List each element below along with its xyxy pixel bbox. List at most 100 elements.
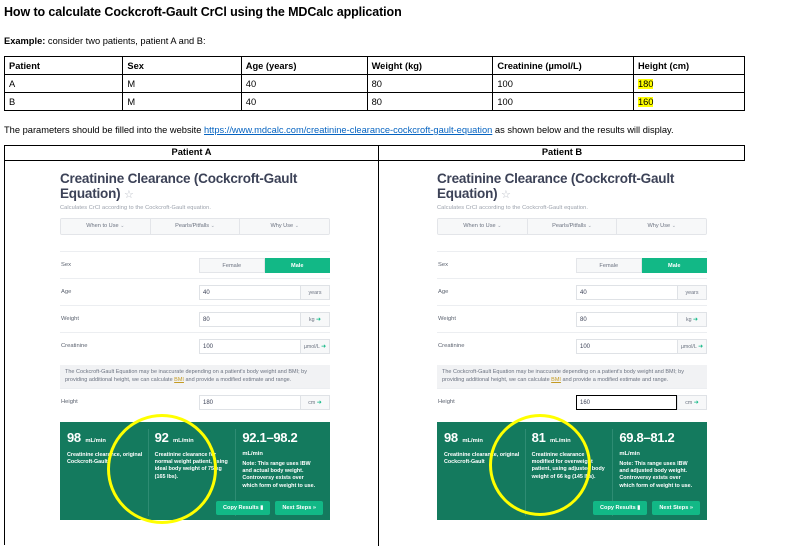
age-input-wrap-b: 40 years [576, 284, 707, 300]
cell-sex: M [122, 92, 242, 111]
tab-when-to-use[interactable]: When to Use ⌄ [438, 219, 528, 234]
copy-results-button-b[interactable]: Copy Results ▮ [592, 501, 648, 515]
header-patient: Patient [3, 56, 124, 75]
age-label-a: Age [61, 289, 72, 295]
creatinine-label-a: Creatinine [61, 343, 88, 349]
result-desc-original-a: Creatinine clearance, original Cockcroft… [67, 452, 143, 466]
copy-results-button-a[interactable]: Copy Results ▮ [215, 501, 271, 515]
unit-swap-icon[interactable]: ➜ [693, 317, 698, 323]
copy-results-label-b: Copy Results [599, 505, 636, 511]
result-value-range-a: 92.1–98.2 [242, 430, 298, 445]
cell-sex: M [122, 74, 242, 93]
chevron-down-icon: ⌄ [294, 223, 299, 229]
sex-option-female-a[interactable]: Female [199, 257, 265, 273]
weight-input-a[interactable]: 80 [199, 311, 300, 327]
table-row: A M 40 80 100 180 [3, 74, 746, 93]
next-steps-label-b: Next Steps [659, 505, 689, 511]
tab-why-use[interactable]: Why Use ⌄ [617, 219, 706, 234]
page-title: How to calculate Cockcroft-Gault CrCl us… [4, 5, 402, 19]
table-row: B M 40 80 100 160 [3, 92, 746, 111]
favorite-star-icon[interactable]: ☆ [124, 189, 134, 201]
sex-toggle-a: Female Male [199, 257, 330, 273]
height-input-a[interactable]: 180 [199, 394, 300, 410]
weight-label-b: Weight [438, 316, 456, 322]
tab-when-to-use[interactable]: When to Use ⌄ [61, 219, 151, 234]
age-label-b: Age [438, 289, 449, 295]
tab-why-use[interactable]: Why Use ⌄ [240, 219, 329, 234]
unit-swap-icon[interactable]: ➜ [698, 344, 703, 350]
height-input-wrap-a: 180 cm ➜ [199, 394, 330, 410]
creatinine-unit-a[interactable]: µmol/L ➜ [300, 338, 330, 354]
sex-option-male-a[interactable]: Male [264, 257, 330, 273]
cell-creatinine: 100 [492, 74, 634, 93]
unit-swap-icon[interactable]: ➜ [321, 344, 326, 350]
creatinine-input-b[interactable]: 100 [576, 338, 677, 354]
weight-input-b[interactable]: 80 [576, 311, 677, 327]
chevron-down-icon: ⌄ [497, 223, 502, 229]
copy-results-label-a: Copy Results [222, 505, 259, 511]
height-unit-b[interactable]: cm ➜ [677, 394, 707, 410]
cell-weight: 80 [366, 74, 494, 93]
height-input-b[interactable]: 160 [576, 394, 677, 410]
creatinine-label-b: Creatinine [438, 343, 465, 349]
weight-unit-a[interactable]: kg ➜ [300, 311, 330, 327]
height-notice-b: The Cockcroft-Gault Equation may be inac… [437, 365, 707, 388]
bmi-link-b[interactable]: BMI [551, 377, 561, 383]
results-card-a: 98 mL/min Creatinine clearance, original… [60, 422, 330, 520]
result-note-range-b: Note: This range uses IBW and adjusted b… [619, 461, 693, 489]
age-unit-a: years [300, 284, 330, 300]
weight-unit-b[interactable]: kg ➜ [677, 311, 707, 327]
age-input-b[interactable]: 40 [576, 284, 677, 300]
weight-input-wrap-a: 80 kg ➜ [199, 311, 330, 327]
result-unit-range-a: mL/min [242, 451, 263, 457]
sex-toggle-b: Female Male [576, 257, 707, 273]
height-unit-label-a: cm [308, 399, 316, 406]
creatinine-unit-b[interactable]: µmol/L ➜ [677, 338, 707, 354]
tab-when-to-use-label: When to Use [463, 223, 496, 229]
result-unit-original-b: mL/min [462, 438, 483, 444]
creatinine-input-a[interactable]: 100 [199, 338, 300, 354]
age-input-wrap-a: 40 years [199, 284, 330, 300]
calculator-tabs-b: When to Use ⌄ Pearls/Pitfalls ⌄ Why Use … [437, 218, 707, 235]
sex-option-female-b[interactable]: Female [576, 257, 642, 273]
mdcalc-screenshot-patient-b: Creatinine Clearance (Cockcroft-Gault Eq… [379, 161, 746, 545]
example-label: Example: [4, 36, 46, 46]
sentence-suffix: as shown below and the results will disp… [492, 125, 674, 135]
creatinine-unit-label-b: µmol/L [680, 343, 697, 350]
calculator-title-a: Creatinine Clearance (Cockcroft-Gault Eq… [60, 171, 330, 203]
calculator-title-text-a: Creatinine Clearance (Cockcroft-Gault Eq… [60, 171, 298, 201]
next-steps-button-b[interactable]: Next Steps » [652, 501, 700, 515]
document-page: How to calculate Cockcroft-Gault CrCl us… [0, 0, 792, 549]
chevron-down-icon: ⌄ [120, 223, 125, 229]
field-row-creatinine-b: Creatinine 100 µmol/L ➜ [437, 332, 707, 359]
tab-when-to-use-label: When to Use [86, 223, 119, 229]
calculator-a: Creatinine Clearance (Cockcroft-Gault Eq… [60, 171, 330, 520]
tab-why-use-label: Why Use [270, 223, 294, 229]
unit-swap-icon[interactable]: ➜ [694, 400, 699, 406]
double-chevron-right-icon: » [689, 505, 693, 511]
unit-swap-icon[interactable]: ➜ [317, 400, 322, 406]
patient-b-header: Patient B [541, 147, 583, 157]
age-unit-b: years [677, 284, 707, 300]
mdcalc-link[interactable]: https://www.mdcalc.com/creatinine-cleara… [204, 125, 492, 135]
highlighted-height-a: 180 [637, 78, 654, 89]
tab-pearls-pitfalls-label: Pearls/Pitfalls [175, 223, 210, 229]
instruction-sentence: The parameters should be filled into the… [4, 125, 674, 135]
next-steps-button-a[interactable]: Next Steps » [275, 501, 323, 515]
bmi-link-a[interactable]: BMI [174, 377, 184, 383]
result-unit-range-b: mL/min [619, 451, 640, 457]
height-unit-a[interactable]: cm ➜ [300, 394, 330, 410]
tab-pearls-pitfalls[interactable]: Pearls/Pitfalls ⌄ [527, 219, 618, 234]
tab-pearls-pitfalls[interactable]: Pearls/Pitfalls ⌄ [150, 219, 241, 234]
sex-option-male-b[interactable]: Male [641, 257, 707, 273]
weight-unit-label-b: kg [685, 316, 692, 323]
age-input-a[interactable]: 40 [199, 284, 300, 300]
double-chevron-right-icon: » [312, 505, 316, 511]
unit-swap-icon[interactable]: ➜ [316, 317, 321, 323]
creatinine-input-wrap-a: 100 µmol/L ➜ [199, 338, 330, 354]
field-row-height-b: Height 160 cm ➜ [437, 388, 707, 415]
favorite-star-icon[interactable]: ☆ [501, 189, 511, 201]
result-unit-ibw-a: mL/min [173, 438, 194, 444]
weight-input-wrap-b: 80 kg ➜ [576, 311, 707, 327]
next-steps-label-a: Next Steps [282, 505, 312, 511]
